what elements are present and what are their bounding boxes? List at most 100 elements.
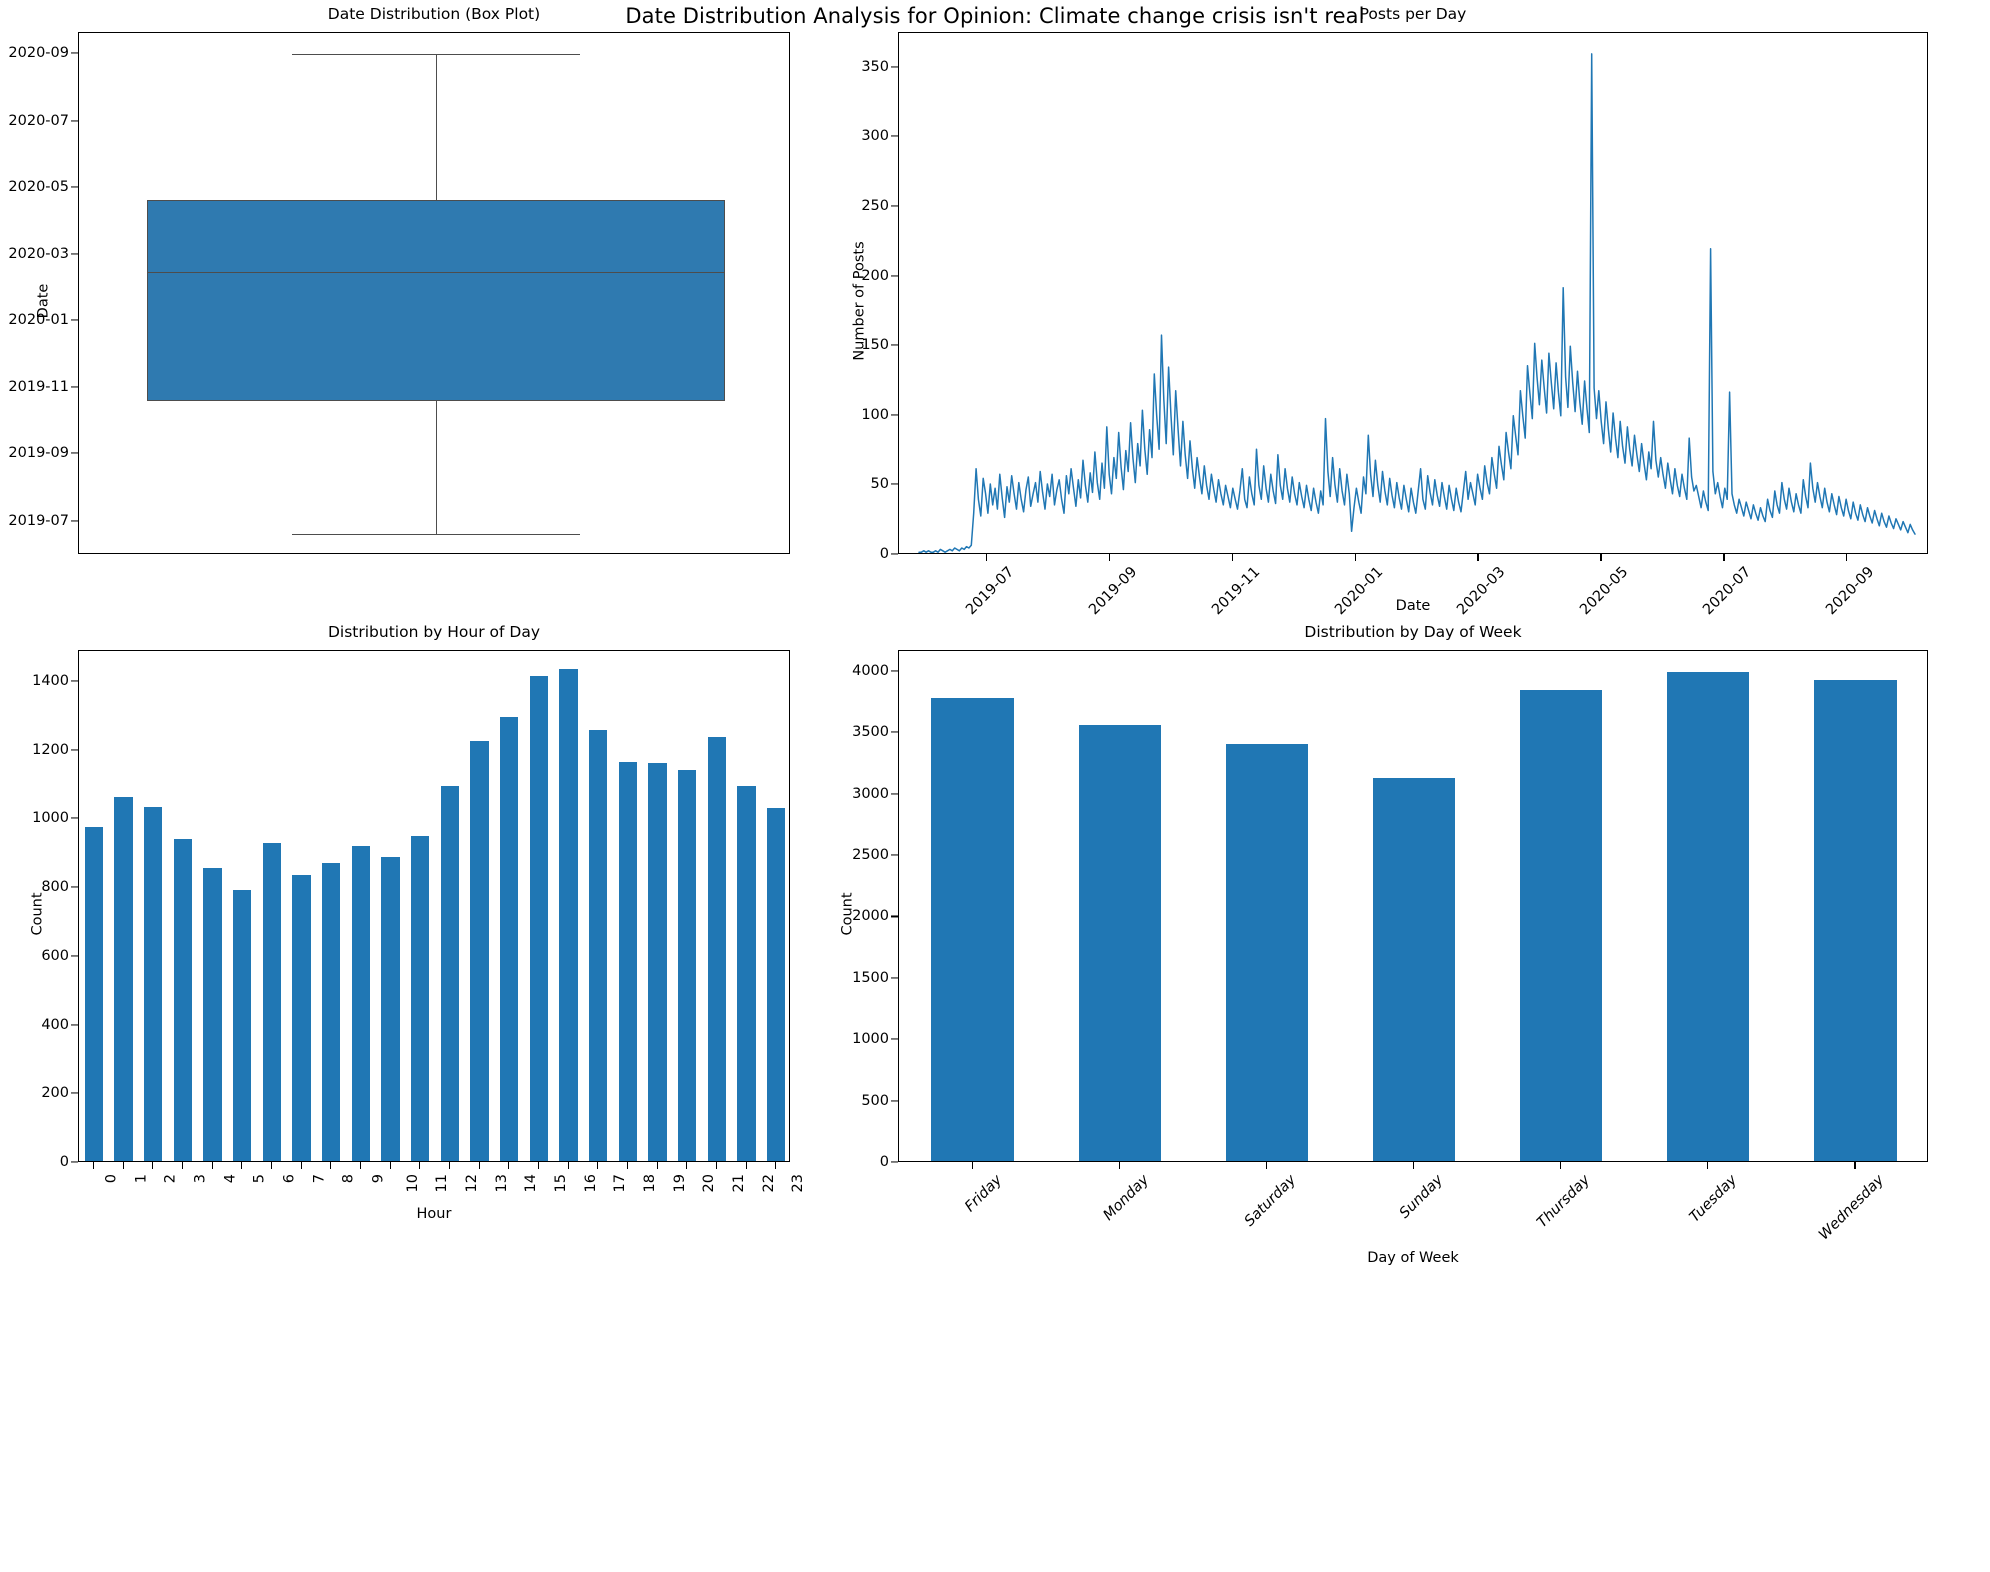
y-tick-label: 100 — [861, 406, 889, 423]
bar-hour-15 — [529, 675, 549, 1161]
y-tick-label: 0 — [879, 546, 889, 562]
x-tick-mark — [1477, 554, 1479, 561]
x-tick-mark — [419, 1162, 421, 1169]
y-tick-label: 2000 — [852, 908, 889, 925]
x-tick-label: 3 — [192, 1174, 209, 1184]
bar-hour-20 — [677, 769, 697, 1161]
x-tick-mark — [1854, 1162, 1856, 1169]
bar-day-tuesday — [1667, 671, 1750, 1161]
y-tick-label: 200 — [41, 1085, 69, 1102]
x-tick-label: 17 — [612, 1174, 629, 1193]
panel-posts-per-day: Posts per Day 0 50 100 150 200 250 300 350 2019… — [852, 5, 1928, 618]
bar-hour-19 — [648, 763, 667, 1161]
y-tick-label: 350 — [861, 58, 889, 75]
y-tick-label: 1200 — [32, 741, 69, 758]
x-tick-label: Sunday — [1396, 1172, 1447, 1222]
bar-hour-14 — [499, 716, 519, 1161]
boxplot-upper-cap — [292, 53, 580, 55]
x-tick-mark — [686, 1162, 688, 1169]
hour-plot-area — [79, 651, 789, 1161]
x-tick-mark — [567, 1162, 569, 1169]
bar-day-saturday — [1225, 744, 1309, 1161]
hour-y-axis-label: Count — [29, 892, 46, 936]
posts-per-day-y-axis-label: Number of Posts — [851, 241, 868, 361]
x-tick-mark — [152, 1162, 154, 1169]
bar-hour-13 — [470, 741, 489, 1161]
bar-hour-2 — [143, 806, 163, 1161]
bar-hour-6 — [262, 843, 282, 1161]
x-tick-mark — [1118, 1162, 1120, 1169]
x-tick-label: 1 — [133, 1174, 150, 1184]
y-tick-label: 500 — [861, 1092, 889, 1109]
x-tick-label: Saturday — [1241, 1172, 1300, 1230]
bar-hour-23 — [766, 808, 786, 1161]
day-of-week-plot-area — [899, 651, 1927, 1161]
bar-hour-16 — [559, 668, 578, 1161]
x-tick-mark — [300, 1162, 302, 1169]
panel-title-posts-per-day: Posts per Day — [1359, 5, 1467, 23]
day-of-week-axes — [898, 650, 1928, 1162]
y-tick-label: 3500 — [852, 724, 889, 741]
boxplot-lower-whisker — [436, 400, 438, 535]
x-tick-label: Monday — [1100, 1172, 1153, 1224]
boxplot-y-axis-label: Date — [35, 283, 52, 319]
panel-title-hour: Distribution by Hour of Day — [327, 623, 541, 641]
x-tick-label: 23 — [790, 1174, 807, 1193]
x-tick-label: 20 — [701, 1174, 718, 1193]
y-tick-label: 2019-07 — [8, 513, 69, 530]
x-tick-label: 12 — [464, 1174, 481, 1193]
day-of-week-y-axis-label: Count — [839, 892, 856, 936]
y-tick-label: 3000 — [852, 785, 889, 802]
x-tick-label: 13 — [493, 1174, 510, 1193]
boxplot-lower-cap — [292, 534, 580, 536]
x-tick-mark — [448, 1162, 450, 1169]
x-tick-label: 11 — [434, 1174, 451, 1193]
x-tick-label: 21 — [731, 1174, 748, 1193]
y-tick-label: 250 — [861, 198, 889, 214]
x-tick-label: 4 — [222, 1174, 239, 1184]
y-tick-label: 2020-03 — [8, 246, 69, 263]
x-tick-mark — [389, 1162, 391, 1169]
x-tick-mark — [715, 1162, 717, 1169]
y-tick-label: 4000 — [852, 662, 889, 679]
bar-hour-18 — [618, 762, 638, 1161]
x-tick-mark — [597, 1162, 599, 1169]
x-tick-mark — [508, 1162, 510, 1169]
x-tick-mark — [775, 1162, 777, 1169]
boxplot-axes — [78, 32, 790, 554]
x-tick-mark — [478, 1162, 480, 1169]
hour-axes — [78, 650, 790, 1162]
posts-per-day-x-axis-label: Date — [1395, 598, 1431, 614]
x-tick-mark — [626, 1162, 628, 1169]
x-tick-label: 7 — [311, 1174, 328, 1184]
x-tick-mark — [1413, 1162, 1415, 1169]
x-tick-mark — [1723, 554, 1725, 561]
hour-x-axis-label: Hour — [416, 1206, 452, 1222]
x-tick-mark — [1846, 554, 1848, 561]
bar-day-wednesday — [1814, 679, 1897, 1161]
bar-day-sunday — [1372, 777, 1456, 1161]
y-tick-label: 1000 — [32, 810, 69, 827]
panel-date-distribution-boxplot: Date Distribution (Box Plot) 2020-09 2020… — [8, 5, 790, 554]
x-tick-mark — [745, 1162, 747, 1169]
x-tick-label: 8 — [340, 1174, 357, 1184]
y-tick-label: 2020-07 — [8, 112, 69, 129]
y-tick-label: 1000 — [852, 1031, 889, 1048]
boxplot-upper-whisker — [436, 53, 438, 201]
bar-day-friday — [931, 698, 1014, 1161]
x-tick-label: Wednesday — [1816, 1172, 1888, 1244]
x-tick-mark — [985, 554, 987, 561]
x-tick-label: 2 — [162, 1174, 179, 1184]
bar-hour-10 — [381, 856, 400, 1161]
x-tick-label: 9 — [370, 1174, 387, 1184]
x-tick-mark — [122, 1162, 124, 1169]
x-tick-label: 5 — [251, 1174, 268, 1184]
posts-per-day-plot-area — [899, 33, 1927, 553]
bar-hour-1 — [114, 797, 133, 1161]
boxplot-interquartile-box — [147, 200, 725, 401]
bar-hour-8 — [321, 862, 341, 1161]
x-tick-label: Tuesday — [1687, 1172, 1741, 1226]
bar-day-thursday — [1519, 690, 1603, 1161]
x-tick-mark — [537, 1162, 539, 1169]
panel-title-day-of-week: Distribution by Day of Week — [1304, 623, 1522, 641]
